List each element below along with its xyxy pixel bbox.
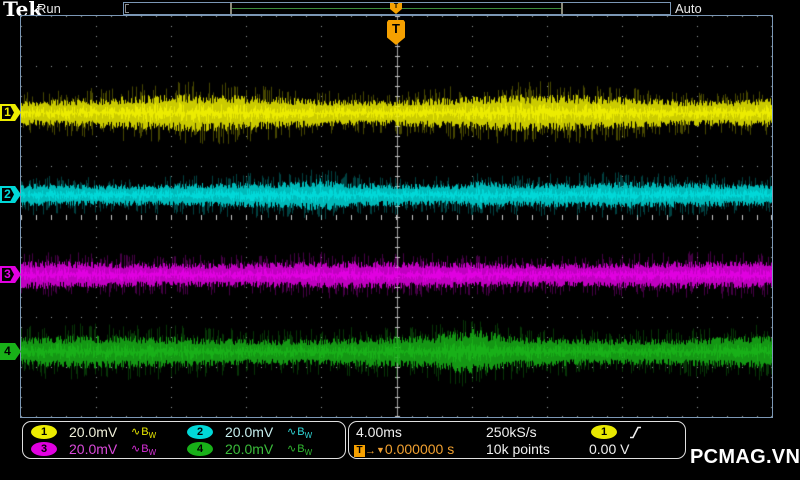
trigger-position-marker-small: T (390, 3, 402, 14)
channel-4-readout[interactable]: 4 20.0mV ∿BW (185, 441, 341, 458)
ac-coupling-icon: ∿ (287, 443, 297, 455)
triangle-down-icon: ▼ (376, 445, 385, 455)
channel-3-scale: 20.0mV (69, 441, 118, 457)
channel-3-marker-label: 3 (4, 267, 11, 281)
ac-coupling-icon: ∿ (131, 426, 141, 438)
bandwidth-limit-icon: BW (297, 426, 313, 441)
bandwidth-limit-icon: BW (297, 443, 313, 458)
bandwidth-limit-icon: BW (141, 426, 157, 441)
trigger-delay: T →▼0.000000 s (354, 441, 454, 457)
channel-3-marker[interactable]: 3 (0, 266, 21, 283)
channel-readout-box: 1 20.0mV ∿BW 2 20.0mV ∿BW 3 20.0mV ∿BW 4… (22, 421, 346, 459)
record-length: 10k points (486, 441, 550, 457)
channel-2-badge: 2 (187, 425, 213, 439)
record-window-bracket (125, 4, 129, 13)
acquisition-status: Run (37, 1, 61, 16)
horizontal-trigger-readout-box: 4.00ms 250kS/s 1 T →▼0.000000 s 10k point… (348, 421, 686, 459)
trigger-flag-icon: T (354, 445, 365, 457)
sample-rate: 250kS/s (486, 424, 537, 440)
channel-1-readout[interactable]: 1 20.0mV ∿BW (29, 424, 185, 441)
record-view-bar[interactable]: T (123, 2, 671, 15)
channel-2-scale: 20.0mV (225, 424, 274, 440)
trigger-level: 0.00 V (589, 441, 630, 457)
channel-1-marker[interactable]: 1 (0, 104, 21, 121)
record-end-divider (561, 3, 563, 14)
watermark: PCMAG.VN (690, 446, 800, 468)
channel-4-scale: 20.0mV (225, 441, 274, 457)
trigger-mode-status: Auto (675, 1, 702, 16)
channel-3-readout[interactable]: 3 20.0mV ∿BW (29, 441, 185, 458)
channel-3-badge: 3 (31, 442, 57, 456)
arrow-right-icon: → (365, 445, 376, 457)
rising-edge-icon (630, 426, 641, 439)
channel-2-readout[interactable]: 2 20.0mV ∿BW (185, 424, 341, 441)
trigger-source-badge: 1 (591, 425, 617, 439)
ac-coupling-icon: ∿ (131, 443, 141, 455)
trigger-delay-value: 0.000000 s (384, 441, 455, 457)
channel-4-marker-label: 4 (4, 344, 11, 358)
channel-1-scale: 20.0mV (69, 424, 118, 440)
channel-1-marker-label: 1 (4, 105, 11, 119)
channel-4-marker[interactable]: 4 (0, 343, 21, 360)
channel-2-marker[interactable]: 2 (0, 186, 21, 203)
waveform-display (20, 15, 773, 418)
channel-2-marker-label: 2 (4, 187, 11, 201)
horizontal-scale: 4.00ms (356, 424, 402, 440)
bandwidth-limit-icon: BW (141, 443, 157, 458)
channel-1-badge: 1 (31, 425, 57, 439)
ac-coupling-icon: ∿ (287, 426, 297, 438)
channel-4-badge: 4 (187, 442, 213, 456)
oscilloscope-screen: Tek Run T Auto T 1 2 3 4 1 20.0mV ∿BW 2 (0, 0, 800, 480)
